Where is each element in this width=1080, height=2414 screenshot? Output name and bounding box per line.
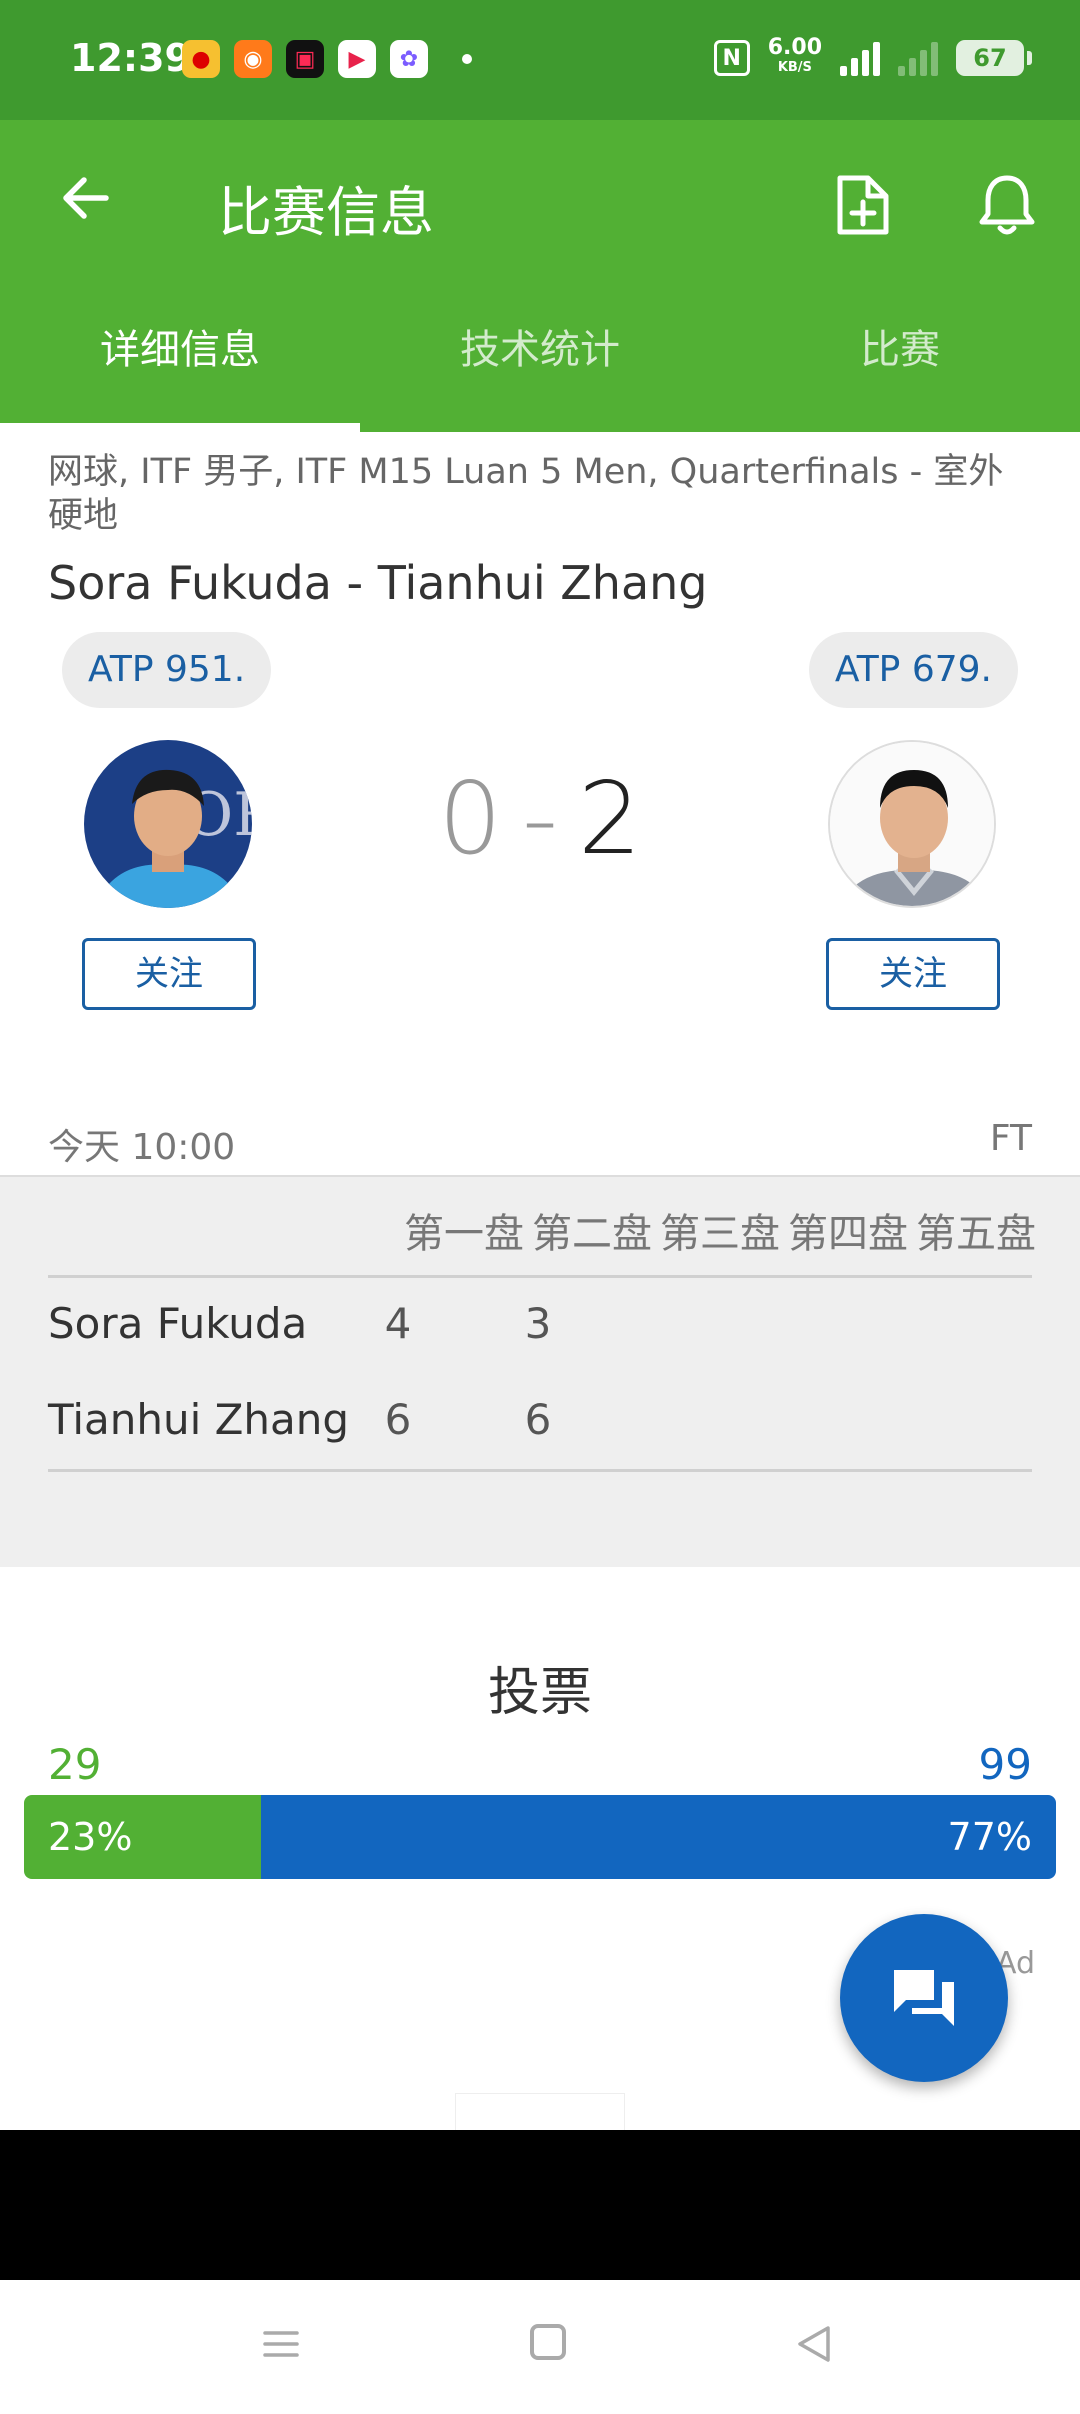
away-vote-share[interactable]: 77% bbox=[261, 1795, 1056, 1879]
app-bar: 比赛信息 详细信息 技术统计 比赛 bbox=[0, 120, 1080, 432]
match-time-row: 今天 10:00 FT bbox=[48, 1118, 1032, 1170]
home-vote-count: 29 bbox=[48, 1740, 102, 1789]
notification-icons: ● ◉ ▣ ▶ ✿ bbox=[182, 40, 472, 78]
divider bbox=[48, 1469, 1032, 1472]
bell-icon bbox=[979, 175, 1035, 235]
set-header: 第四盘 bbox=[788, 1211, 908, 1257]
vote-title: 投票 bbox=[487, 1663, 592, 1723]
ad-banner[interactable] bbox=[0, 2130, 1080, 2280]
notification-button[interactable] bbox=[976, 172, 1038, 238]
net-speed-unit: KB/S bbox=[777, 60, 812, 75]
away-vote-count: 99 bbox=[978, 1740, 1032, 1789]
more-notifications-icon bbox=[462, 54, 472, 64]
tab-indicator bbox=[0, 423, 360, 432]
follow-home-button[interactable]: 关注 bbox=[82, 938, 256, 1010]
nfc-icon: N bbox=[713, 40, 750, 76]
set-header: 第三盘 bbox=[660, 1211, 780, 1257]
set-score-cell: 6 bbox=[524, 1395, 552, 1444]
divider bbox=[48, 1275, 1032, 1278]
set-scores-table: 第一盘 第二盘 第三盘 第四盘 第五盘 Sora Fukuda 4 3 Tian… bbox=[0, 1175, 1080, 1567]
set-row-player-name: Sora Fukuda bbox=[48, 1299, 308, 1348]
gallery-icon: ✿ bbox=[390, 40, 428, 78]
home-vote-share[interactable]: 23% bbox=[24, 1795, 262, 1879]
taobao-icon: ◉ bbox=[234, 40, 272, 78]
page-title: 比赛信息 bbox=[218, 181, 434, 244]
set-header: 第一盘 bbox=[404, 1211, 524, 1257]
document-add-icon bbox=[837, 175, 889, 235]
away-ranking-badge[interactable]: ATP 679. bbox=[808, 632, 1018, 708]
add-to-calendar-button[interactable] bbox=[832, 172, 894, 238]
recent-apps-icon[interactable] bbox=[262, 2325, 300, 2363]
set-score-cell: 3 bbox=[524, 1299, 552, 1348]
follow-away-button[interactable]: 关注 bbox=[826, 938, 1000, 1010]
chat-button[interactable] bbox=[840, 1914, 1008, 2082]
weibo-icon: ● bbox=[182, 40, 220, 78]
away-score: 2 bbox=[578, 760, 642, 877]
set-score-cell: 6 bbox=[384, 1395, 412, 1444]
status-bar: 12:39 ● ◉ ▣ ▶ ✿ N 6.00 KB/S 67 bbox=[0, 0, 1080, 120]
music-icon: ▶ bbox=[338, 40, 376, 78]
back-button[interactable] bbox=[58, 170, 114, 226]
signal-secondary-icon bbox=[898, 40, 938, 76]
net-speed: 6.00 KB/S bbox=[767, 35, 822, 78]
vote-bar[interactable]: 23% 77% bbox=[24, 1795, 1056, 1879]
set-headers: 第一盘 第二盘 第三盘 第四盘 第五盘 bbox=[404, 1201, 1036, 1259]
match-score: 0-2 bbox=[0, 760, 1080, 877]
set-score-cell: 4 bbox=[384, 1299, 412, 1348]
video-icon: ▣ bbox=[286, 40, 324, 78]
set-row-player-name: Tianhui Zhang bbox=[48, 1395, 350, 1444]
status-right: N 6.00 KB/S 67 bbox=[713, 35, 1032, 78]
score-separator: - bbox=[521, 760, 559, 877]
chat-bubbles-icon bbox=[894, 1970, 954, 2026]
home-ranking-badge[interactable]: ATP 951. bbox=[62, 632, 272, 708]
match-start-time: 今天 10:00 bbox=[48, 1127, 236, 1168]
content-card-edge bbox=[455, 2093, 625, 2133]
match-title: Sora Fukuda - Tianhui Zhang bbox=[48, 556, 708, 610]
tab-statistics[interactable]: 技术统计 bbox=[360, 305, 720, 432]
tab-matches[interactable]: 比赛 bbox=[720, 305, 1080, 432]
system-nav-bar bbox=[0, 2280, 1080, 2414]
set-header: 第二盘 bbox=[532, 1211, 652, 1257]
arrow-left-icon bbox=[63, 177, 109, 219]
home-score: 0 bbox=[438, 760, 502, 877]
home-icon[interactable] bbox=[530, 2324, 566, 2360]
back-triangle-icon[interactable] bbox=[794, 2324, 834, 2364]
set-header: 第五盘 bbox=[916, 1211, 1036, 1257]
match-meta: 网球, ITF 男子, ITF M15 Luan 5 Men, Quarterf… bbox=[48, 452, 1004, 536]
net-speed-value: 6.00 bbox=[767, 35, 822, 60]
signal-5g-icon bbox=[840, 40, 880, 76]
tab-bar: 详细信息 技术统计 比赛 bbox=[0, 305, 1080, 432]
status-time: 12:39 bbox=[70, 36, 191, 80]
tab-details[interactable]: 详细信息 bbox=[0, 305, 360, 432]
match-status: FT bbox=[989, 1118, 1032, 1159]
battery-icon: 67 bbox=[956, 40, 1032, 76]
